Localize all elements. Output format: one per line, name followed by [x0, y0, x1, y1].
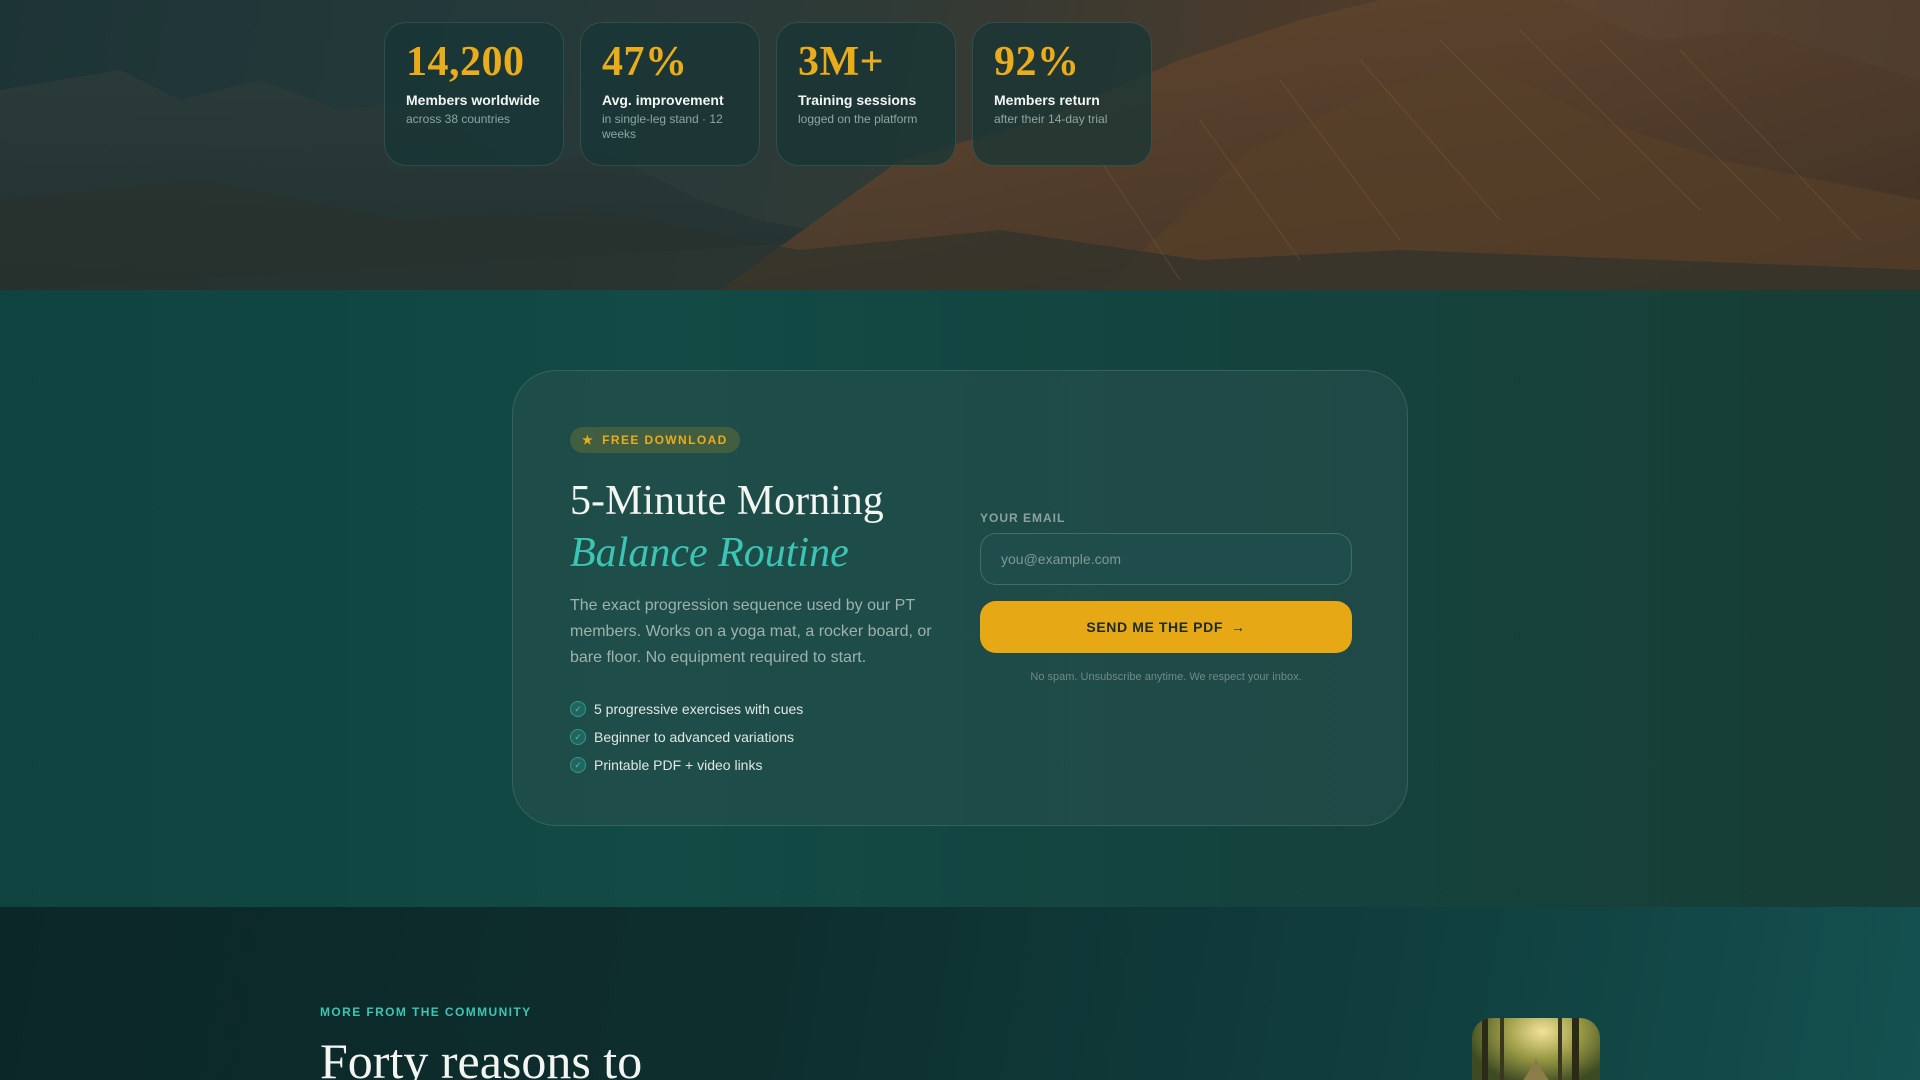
stat-card: 92% Members return after their 14-day tr…	[972, 22, 1152, 166]
stat-subtext: logged on the platform	[798, 112, 918, 126]
stat-label: Members worldwide	[406, 92, 540, 108]
email-input[interactable]	[980, 533, 1352, 585]
stat-label: Avg. improvement	[602, 92, 724, 108]
checklist-item: ✓ 5 progressive exercises with cues	[570, 695, 803, 723]
section-title: Forty reasons to	[320, 1033, 643, 1080]
stat-value: 47%	[602, 39, 688, 85]
check-circle-icon: ✓	[570, 729, 586, 745]
community-section: MORE FROM THE COMMUNITY Forty reasons to	[0, 907, 1920, 1080]
check-circle-icon: ✓	[570, 757, 586, 773]
checklist-item: ✓ Beginner to advanced variations	[570, 723, 803, 751]
lead-magnet-section: ★ FREE DOWNLOAD 5-Minute Morning Balance…	[0, 290, 1920, 907]
stat-value: 14,200	[406, 39, 525, 85]
star-icon: ★	[582, 433, 595, 447]
check-circle-icon: ✓	[570, 701, 586, 717]
send-pdf-button-label: SEND ME THE PDF	[1086, 619, 1223, 635]
checklist-item-label: 5 progressive exercises with cues	[594, 701, 804, 717]
email-signup-form: YOUR EMAIL SEND ME THE PDF → No spam. Un…	[980, 511, 1352, 683]
card-title: 5-Minute Morning Balance Routine	[570, 475, 884, 579]
stat-value: 3M+	[798, 39, 885, 85]
stat-label: Training sessions	[798, 92, 917, 108]
title-line-2-accent: Balance Routine	[570, 530, 849, 576]
badge-label: FREE DOWNLOAD	[602, 433, 728, 447]
feature-checklist: ✓ 5 progressive exercises with cues ✓ Be…	[570, 695, 803, 779]
section-eyebrow: MORE FROM THE COMMUNITY	[320, 1005, 532, 1019]
privacy-note: No spam. Unsubscribe anytime. We respect…	[1030, 671, 1302, 683]
stat-value: 92%	[994, 39, 1080, 85]
checklist-item-label: Beginner to advanced variations	[594, 729, 795, 745]
stat-card: 3M+ Training sessions logged on the plat…	[776, 22, 956, 166]
stat-subtext: after their 14-day trial	[994, 112, 1108, 126]
stats-row: 14,200 Members worldwide across 38 count…	[384, 22, 1152, 166]
send-pdf-button[interactable]: SEND ME THE PDF →	[980, 601, 1352, 653]
free-download-badge: ★ FREE DOWNLOAD	[570, 427, 740, 453]
download-card: ★ FREE DOWNLOAD 5-Minute Morning Balance…	[512, 370, 1408, 826]
forest-path-image[interactable]	[1472, 1018, 1600, 1080]
arrow-right-icon: →	[1230, 619, 1246, 635]
checklist-item: ✓ Printable PDF + video links	[570, 751, 803, 779]
card-description: The exact progression sequence used by o…	[570, 597, 932, 666]
title-line-1: 5-Minute Morning	[570, 478, 884, 524]
stat-subtext: in single-leg stand · 12 weeks	[602, 112, 723, 141]
hero-section: 14,200 Members worldwide across 38 count…	[0, 0, 1920, 290]
stat-subtext: across 38 countries	[406, 112, 511, 126]
stat-card: 14,200 Members worldwide across 38 count…	[384, 22, 564, 166]
checklist-item-label: Printable PDF + video links	[594, 757, 763, 773]
email-label: YOUR EMAIL	[980, 511, 1066, 525]
stat-label: Members return	[994, 92, 1100, 108]
stat-card: 47% Avg. improvement in single-leg stand…	[580, 22, 760, 166]
